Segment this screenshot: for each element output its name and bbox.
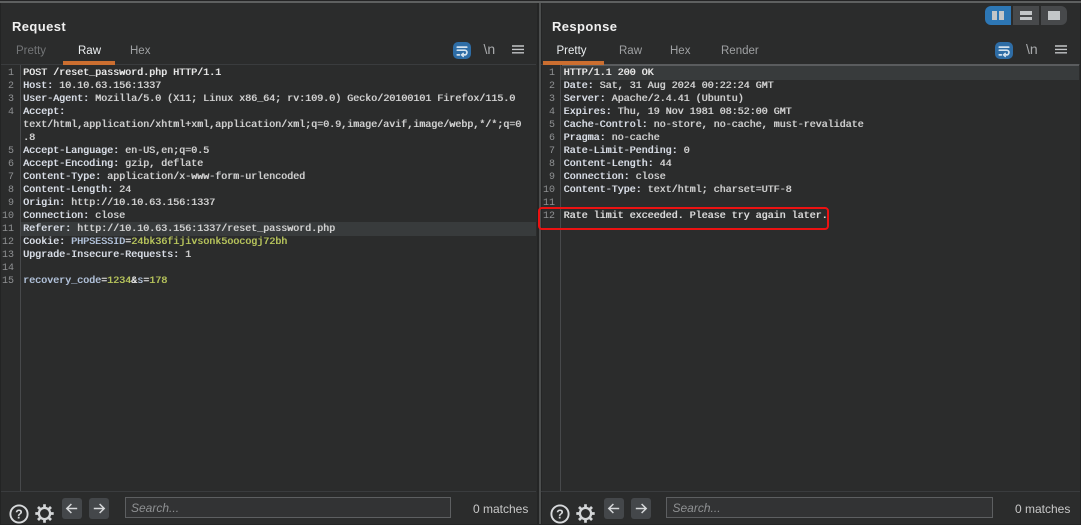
- svg-text:?: ?: [16, 508, 24, 522]
- svg-text:?: ?: [556, 508, 564, 522]
